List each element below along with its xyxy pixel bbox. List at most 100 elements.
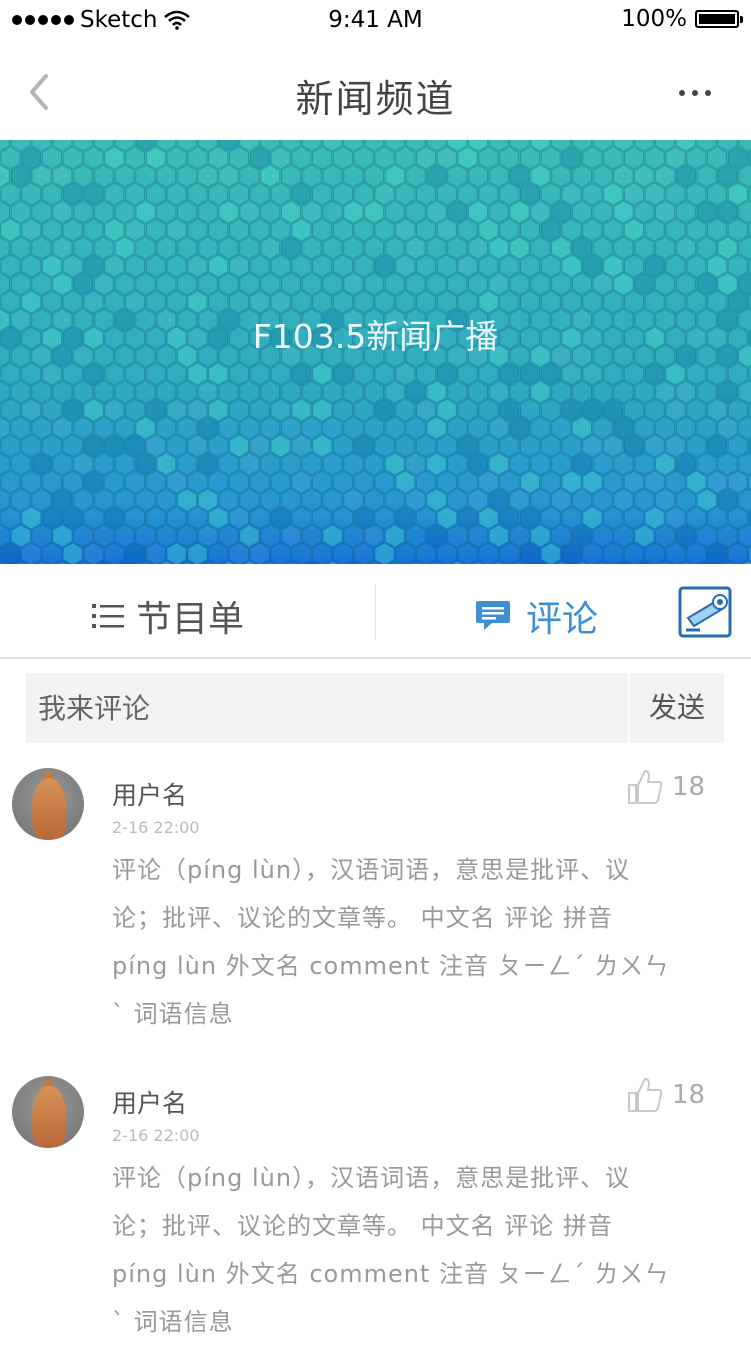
hexagon-cell bbox=[384, 200, 405, 224]
hexagon-cell bbox=[457, 470, 478, 494]
hexagon-cell bbox=[686, 218, 707, 242]
hexagon-cell bbox=[187, 506, 208, 530]
hexagon-cell bbox=[364, 272, 385, 296]
hexagon-cell bbox=[197, 524, 218, 548]
hexagon-cell bbox=[509, 452, 530, 476]
hexagon-cell bbox=[634, 380, 655, 404]
hexagon-cell bbox=[125, 506, 146, 530]
hexagon-cell bbox=[291, 218, 312, 242]
hexagon-cell bbox=[665, 146, 686, 170]
hexagon-cell bbox=[665, 254, 686, 278]
hexagon-cell bbox=[291, 542, 312, 564]
hexagon-cell bbox=[0, 380, 10, 404]
hexagon-cell bbox=[197, 272, 218, 296]
hexagon-cell bbox=[125, 182, 146, 206]
hexagon-cell bbox=[540, 146, 561, 170]
hexagon-cell bbox=[644, 362, 665, 386]
hexagon-cell bbox=[166, 470, 187, 494]
hexagon-cell bbox=[21, 398, 42, 422]
hexagon-cell bbox=[634, 488, 655, 512]
like-button[interactable]: 18 bbox=[626, 1076, 705, 1114]
hexagon-cell bbox=[208, 182, 229, 206]
hexagon-cell bbox=[384, 236, 405, 260]
hexagon-cell bbox=[21, 362, 42, 386]
hexagon-cell bbox=[613, 164, 634, 188]
hexagon-cell bbox=[249, 146, 270, 170]
comment-time: 2-16 22:00 bbox=[112, 1126, 200, 1145]
hexagon-cell bbox=[93, 272, 114, 296]
hexagon-cell bbox=[634, 200, 655, 224]
hexagon-cell bbox=[343, 452, 364, 476]
camera-icon[interactable] bbox=[678, 586, 732, 638]
hexagon-cell bbox=[322, 416, 343, 440]
hexagon-cell bbox=[686, 146, 707, 170]
hexagon-cell bbox=[499, 542, 520, 564]
hexagon-cell bbox=[218, 416, 239, 440]
hexagon-cell bbox=[468, 488, 489, 512]
hexagon-cell bbox=[104, 470, 125, 494]
hexagon-cell bbox=[478, 470, 499, 494]
hexagon-cell bbox=[218, 452, 239, 476]
hexagon-cell bbox=[21, 470, 42, 494]
hexagon-cell bbox=[114, 452, 135, 476]
hexagon-cell bbox=[727, 254, 748, 278]
hexagon-cell bbox=[145, 434, 166, 458]
hexagon-cell bbox=[249, 434, 270, 458]
send-button[interactable]: 发送 bbox=[630, 673, 724, 743]
hexagon-cell bbox=[561, 218, 582, 242]
hexagon-cell bbox=[260, 236, 281, 260]
hexagon-cell bbox=[218, 200, 239, 224]
hexagon-cell bbox=[405, 200, 426, 224]
avatar[interactable] bbox=[12, 768, 84, 840]
hexagon-cell bbox=[156, 524, 177, 548]
hexagon-cell bbox=[623, 398, 644, 422]
hexagon-cell bbox=[114, 236, 135, 260]
hexagon-cell bbox=[592, 524, 613, 548]
hexagon-cell bbox=[644, 470, 665, 494]
hexagon-cell bbox=[416, 146, 437, 170]
hexagon-cell bbox=[478, 146, 499, 170]
hexagon-cell bbox=[374, 182, 395, 206]
hexagon-cell bbox=[312, 398, 333, 422]
hexagon-cell bbox=[665, 470, 686, 494]
like-button[interactable]: 18 bbox=[626, 768, 705, 806]
hexagon-cell bbox=[675, 524, 696, 548]
hexagon-cell bbox=[644, 146, 665, 170]
hexagon-cell bbox=[301, 164, 322, 188]
hexagon-cell bbox=[416, 470, 437, 494]
hexagon-cell bbox=[457, 542, 478, 564]
hexagon-cell bbox=[738, 236, 751, 260]
hexagon-cell bbox=[655, 524, 676, 548]
hexagon-cell bbox=[208, 506, 229, 530]
avatar[interactable] bbox=[12, 1076, 84, 1148]
hexagon-cell bbox=[83, 254, 104, 278]
hexagon-cell bbox=[623, 146, 644, 170]
hexagon-cell bbox=[509, 488, 530, 512]
hexagon-cell bbox=[395, 146, 416, 170]
hexagon-cell bbox=[499, 398, 520, 422]
status-bar: Sketch 9:41 AM 100% bbox=[0, 0, 751, 44]
hexagon-cell bbox=[727, 542, 748, 564]
hexagon-cell bbox=[291, 434, 312, 458]
tab-program-list[interactable]: 节目单 bbox=[92, 590, 244, 642]
hexagon-cell bbox=[675, 236, 696, 260]
hexagon-cell bbox=[10, 164, 31, 188]
hexagon-cell bbox=[343, 488, 364, 512]
hexagon-cell bbox=[104, 254, 125, 278]
hexagon-cell bbox=[405, 236, 426, 260]
hexagon-cell bbox=[156, 380, 177, 404]
hexagon-cell bbox=[322, 236, 343, 260]
more-icon[interactable] bbox=[679, 90, 711, 96]
hexagon-cell bbox=[270, 542, 291, 564]
tab-comments[interactable]: 评论 bbox=[474, 590, 598, 642]
hexagon-cell bbox=[166, 254, 187, 278]
hexagon-cell bbox=[738, 416, 751, 440]
comment-input[interactable] bbox=[26, 673, 628, 743]
hexagon-cell bbox=[623, 218, 644, 242]
hexagon-cell bbox=[177, 164, 198, 188]
hexagon-cell bbox=[156, 272, 177, 296]
hexagon-cell bbox=[655, 416, 676, 440]
hexagon-cell bbox=[62, 182, 83, 206]
hexagon-cell bbox=[125, 362, 146, 386]
hexagon-cell bbox=[10, 488, 31, 512]
